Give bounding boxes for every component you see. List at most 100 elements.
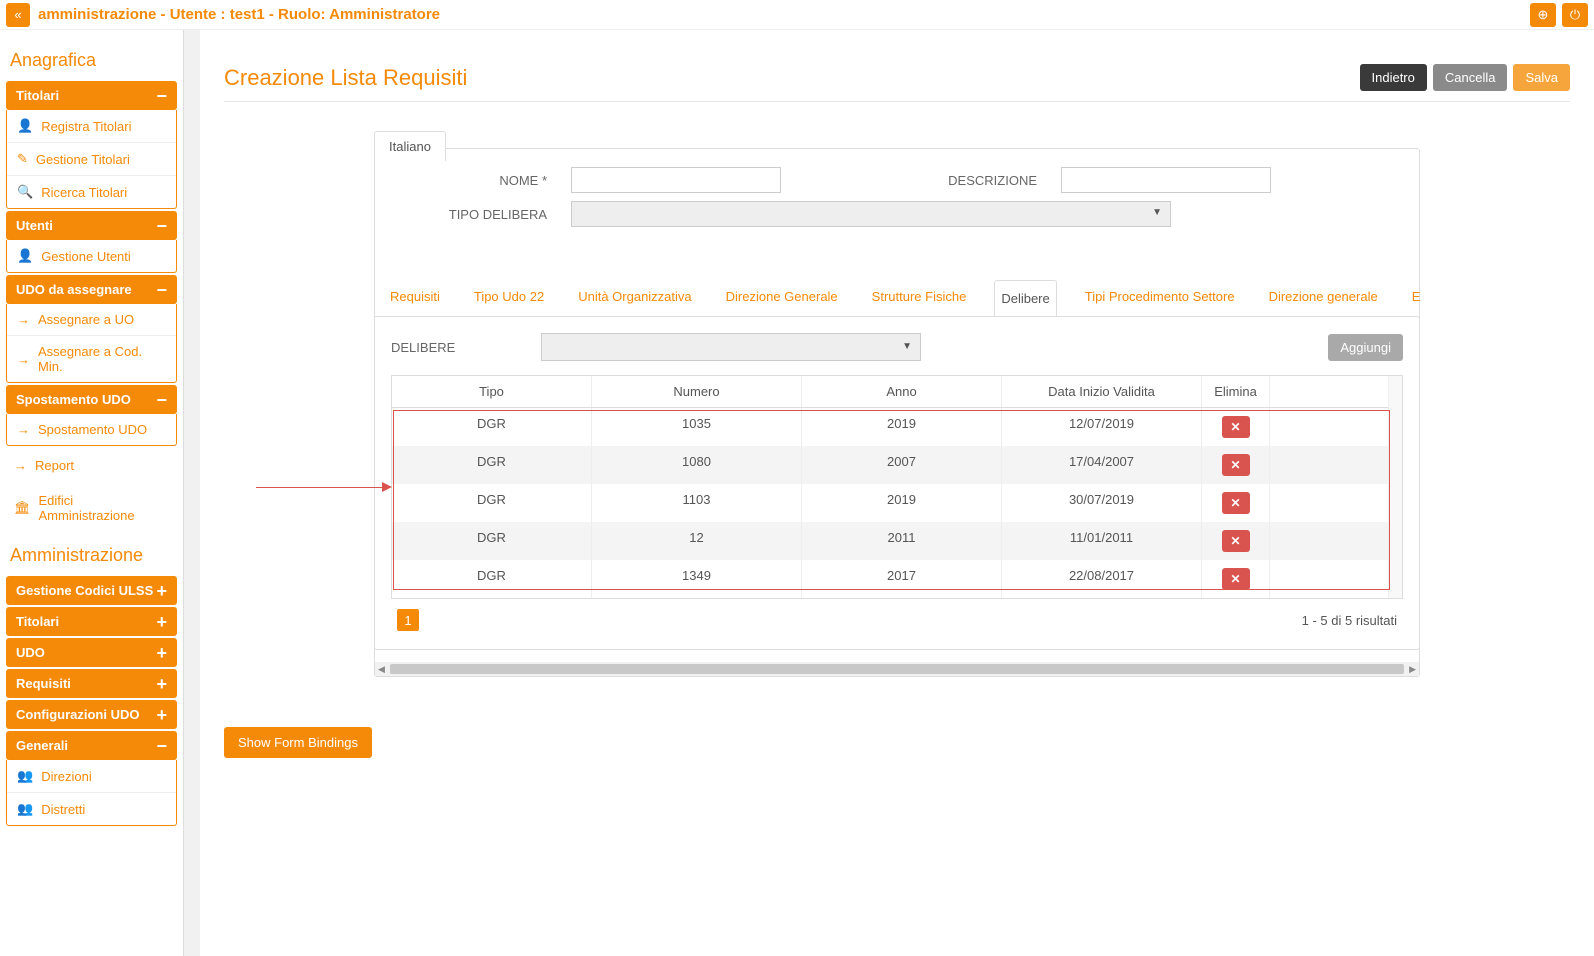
sidebar-item-gestione-titolari[interactable]: ✎Gestione Titolari (7, 142, 176, 175)
globe-button[interactable]: ⊕ (1530, 3, 1556, 27)
sidebar-item-edifici[interactable]: 🏛Edifici Amministrazione (6, 485, 177, 531)
cell-numero: 1349 (592, 560, 802, 598)
cell-anno: 2011 (802, 522, 1002, 560)
accordion-utenti[interactable]: Utenti− (6, 211, 177, 240)
edit-icon: ✎ (17, 151, 28, 167)
cell-tipo: DGR (392, 484, 592, 522)
accordion-udo-assegnare[interactable]: UDO da assegnare− (6, 275, 177, 304)
tab-strutture-fisiche[interactable]: Strutture Fisiche (866, 279, 973, 316)
sidebar-section-anagrafica: Anagrafica (10, 50, 177, 71)
plus-icon: + (156, 617, 167, 627)
add-button[interactable]: Aggiungi (1328, 334, 1403, 361)
accordion-configurazioni-udo[interactable]: Configurazioni UDO+ (6, 700, 177, 729)
tab-direzione-generale[interactable]: Direzione Generale (720, 279, 844, 316)
annotation-arrow (256, 482, 392, 492)
sidebar-item-ricerca-titolari[interactable]: 🔍Ricerca Titolari (7, 175, 176, 208)
tab-tipi-procedimento-settore[interactable]: Tipi Procedimento Settore (1079, 279, 1241, 316)
sidebar-item-gestione-utenti[interactable]: 👤Gestione Utenti (7, 240, 176, 272)
minus-icon: − (156, 91, 167, 101)
minus-icon: − (156, 221, 167, 231)
sidebar-section-amministrazione: Amministrazione (10, 545, 177, 566)
arrow-right-icon: → (17, 352, 30, 367)
col-header-data[interactable]: Data Inizio Validita (1002, 376, 1202, 407)
delete-row-button[interactable]: ✕ (1222, 568, 1250, 590)
sidebar-item-distretti[interactable]: 👥Distretti (7, 792, 176, 825)
cell-data: 30/07/2019 (1002, 484, 1202, 522)
plus-icon: + (156, 679, 167, 689)
tab-unita-organizzativa[interactable]: Unità Organizzativa (572, 279, 697, 316)
sidebar-item-spostamento-udo[interactable]: →Spostamento UDO (7, 414, 176, 445)
sidebar-item-direzioni[interactable]: 👥Direzioni (7, 760, 176, 792)
sidebar-scrollbar[interactable] (184, 30, 200, 956)
topbar: « amministrazione - Utente : test1 - Ruo… (0, 0, 1594, 30)
language-tab-italiano[interactable]: Italiano (374, 131, 446, 161)
page-1-button[interactable]: 1 (397, 609, 419, 631)
accordion-generali[interactable]: Generali− (6, 731, 177, 760)
user-plus-icon: 👤 (17, 118, 33, 134)
accordion-requisiti[interactable]: Requisiti+ (6, 669, 177, 698)
name-input[interactable] (571, 167, 781, 193)
accordion-titolari-2[interactable]: Titolari+ (6, 607, 177, 636)
results-summary: 1 - 5 di 5 risultati (1302, 613, 1397, 628)
tab-content-delibere: DELIBERE Aggiungi Tipo Numero Anno (374, 316, 1420, 650)
accordion-udo[interactable]: UDO+ (6, 638, 177, 667)
accordion-titolari[interactable]: Titolari− (6, 81, 177, 110)
cell-tipo: DGR (392, 446, 592, 484)
tipo-delibera-select[interactable] (571, 201, 1171, 227)
logout-button[interactable]: ⏻ (1562, 3, 1588, 27)
tab-requisiti[interactable]: Requisiti (384, 279, 446, 316)
tab-direzione-generale-2[interactable]: Direzione generale (1263, 279, 1384, 316)
sidebar-item-assegnare-cod-min[interactable]: →Assegnare a Cod. Min. (7, 335, 176, 382)
back-button[interactable]: Indietro (1360, 64, 1427, 91)
save-button[interactable]: Salva (1513, 64, 1570, 91)
users-icon: 👥 (17, 768, 33, 784)
form-card: Italiano NOME * DESCRIZIONE TIPO DELIBER… (374, 148, 1420, 677)
close-icon: ✕ (1230, 420, 1240, 434)
arrow-right-icon: → (17, 422, 30, 437)
sidebar-item-report[interactable]: →Report (6, 450, 177, 481)
user-icon: 👤 (17, 248, 33, 264)
table-row: DGR1349201722/08/2017✕ (392, 560, 1388, 598)
cell-anno: 2019 (802, 408, 1002, 446)
main-content: Creazione Lista Requisiti Indietro Cance… (200, 30, 1594, 956)
delete-row-button[interactable]: ✕ (1222, 492, 1250, 514)
cell-numero: 1080 (592, 446, 802, 484)
plus-icon: + (156, 648, 167, 658)
col-header-numero[interactable]: Numero (592, 376, 802, 407)
accordion-spostamento-udo[interactable]: Spostamento UDO− (6, 385, 177, 414)
minus-icon: − (156, 395, 167, 405)
table-row: DGR12201111/01/2011✕ (392, 522, 1388, 560)
table-row: DGR1035201912/07/2019✕ (392, 408, 1388, 446)
accordion-codici-ulss[interactable]: Gestione Codici ULSS+ (6, 576, 177, 605)
cell-anno: 2019 (802, 484, 1002, 522)
tab-delibere[interactable]: Delibere (994, 280, 1056, 316)
close-icon: ✕ (1230, 458, 1240, 472)
users-icon: 👥 (17, 801, 33, 817)
col-header-anno[interactable]: Anno (802, 376, 1002, 407)
delete-row-button[interactable]: ✕ (1222, 530, 1250, 552)
delete-row-button[interactable]: ✕ (1222, 454, 1250, 476)
sidebar: Anagrafica Titolari− 👤Registra Titolari … (0, 30, 184, 956)
delibere-select[interactable] (541, 333, 921, 361)
plus-icon: + (156, 710, 167, 720)
cell-data: 11/01/2011 (1002, 522, 1202, 560)
sidebar-toggle-button[interactable]: « (6, 3, 30, 27)
description-input[interactable] (1061, 167, 1271, 193)
minus-icon: − (156, 285, 167, 295)
building-icon: 🏛 (14, 500, 31, 516)
delibere-label: DELIBERE (391, 340, 521, 355)
cancel-button[interactable]: Cancella (1433, 64, 1508, 91)
col-header-tipo[interactable]: Tipo (392, 376, 592, 407)
delete-row-button[interactable]: ✕ (1222, 416, 1250, 438)
tab-tipo-udo-22[interactable]: Tipo Udo 22 (468, 279, 550, 316)
grid-vertical-scrollbar[interactable] (1388, 376, 1402, 598)
description-label: DESCRIZIONE (931, 173, 1061, 188)
horizontal-scrollbar[interactable] (375, 662, 1419, 676)
cell-tipo: DGR (392, 560, 592, 598)
show-form-bindings-button[interactable]: Show Form Bindings (224, 727, 372, 758)
tab-edifi[interactable]: Edifi (1406, 279, 1420, 316)
main-title: Creazione Lista Requisiti (224, 65, 467, 91)
sidebar-item-assegnare-uo[interactable]: →Assegnare a UO (7, 304, 176, 335)
close-icon: ✕ (1230, 534, 1240, 548)
sidebar-item-registra-titolari[interactable]: 👤Registra Titolari (7, 110, 176, 142)
